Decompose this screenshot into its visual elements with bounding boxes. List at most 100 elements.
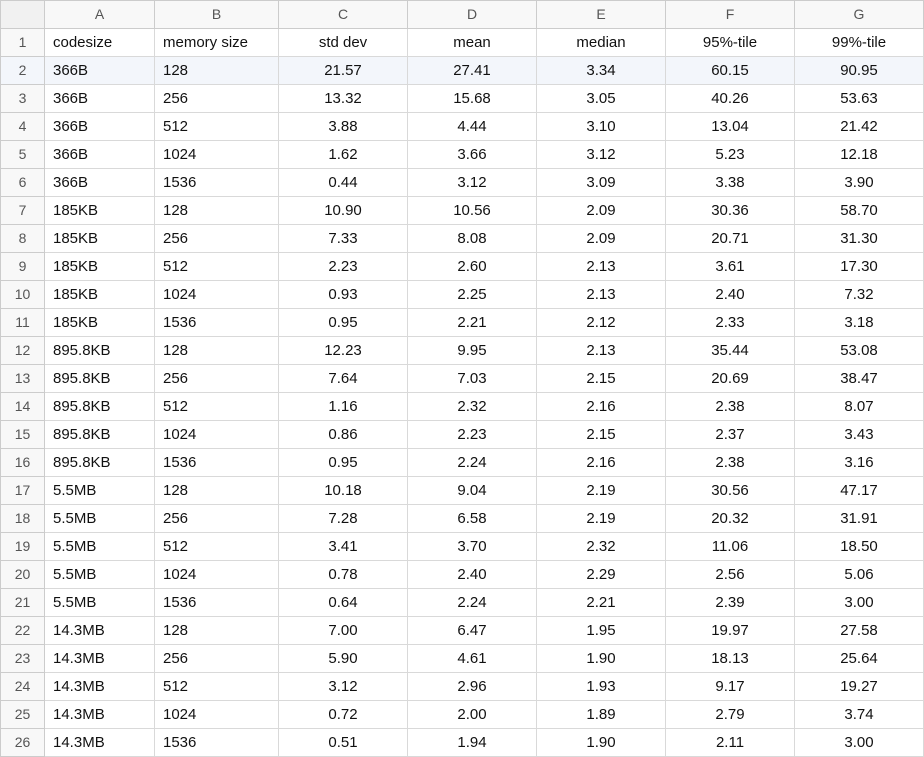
cell-G20[interactable]: 5.06	[795, 561, 924, 589]
cell-F4[interactable]: 13.04	[666, 113, 795, 141]
cell-B7[interactable]: 128	[155, 197, 279, 225]
cell-F20[interactable]: 2.56	[666, 561, 795, 589]
cell-B6[interactable]: 1536	[155, 169, 279, 197]
cell-D26[interactable]: 1.94	[408, 729, 537, 757]
cell-F5[interactable]: 5.23	[666, 141, 795, 169]
cell-E17[interactable]: 2.19	[537, 477, 666, 505]
cell-D20[interactable]: 2.40	[408, 561, 537, 589]
cell-C10[interactable]: 0.93	[279, 281, 408, 309]
cell-C25[interactable]: 0.72	[279, 701, 408, 729]
cell-C11[interactable]: 0.95	[279, 309, 408, 337]
row-header-15[interactable]: 15	[1, 421, 45, 449]
cell-C2[interactable]: 21.57	[279, 57, 408, 85]
cell-C22[interactable]: 7.00	[279, 617, 408, 645]
col-header-G[interactable]: G	[795, 1, 924, 29]
cell-B5[interactable]: 1024	[155, 141, 279, 169]
cell-E15[interactable]: 2.15	[537, 421, 666, 449]
cell-G15[interactable]: 3.43	[795, 421, 924, 449]
cell-A6[interactable]: 366B	[45, 169, 155, 197]
cell-D2[interactable]: 27.41	[408, 57, 537, 85]
row-header-26[interactable]: 26	[1, 729, 45, 757]
cell-A3[interactable]: 366B	[45, 85, 155, 113]
cell-F23[interactable]: 18.13	[666, 645, 795, 673]
cell-D12[interactable]: 9.95	[408, 337, 537, 365]
cell-G13[interactable]: 38.47	[795, 365, 924, 393]
cell-B2[interactable]: 128	[155, 57, 279, 85]
cell-A2[interactable]: 366B	[45, 57, 155, 85]
cell-G8[interactable]: 31.30	[795, 225, 924, 253]
cell-C23[interactable]: 5.90	[279, 645, 408, 673]
cell-F24[interactable]: 9.17	[666, 673, 795, 701]
cell-B23[interactable]: 256	[155, 645, 279, 673]
cell-F13[interactable]: 20.69	[666, 365, 795, 393]
cell-G25[interactable]: 3.74	[795, 701, 924, 729]
cell-E9[interactable]: 2.13	[537, 253, 666, 281]
row-header-20[interactable]: 20	[1, 561, 45, 589]
row-header-16[interactable]: 16	[1, 449, 45, 477]
cell-G7[interactable]: 58.70	[795, 197, 924, 225]
cell-D18[interactable]: 6.58	[408, 505, 537, 533]
cell-G21[interactable]: 3.00	[795, 589, 924, 617]
cell-B25[interactable]: 1024	[155, 701, 279, 729]
cell-D21[interactable]: 2.24	[408, 589, 537, 617]
cell-F16[interactable]: 2.38	[666, 449, 795, 477]
cell-B13[interactable]: 256	[155, 365, 279, 393]
cell-D16[interactable]: 2.24	[408, 449, 537, 477]
cell-B17[interactable]: 128	[155, 477, 279, 505]
row-header-10[interactable]: 10	[1, 281, 45, 309]
cell-F6[interactable]: 3.38	[666, 169, 795, 197]
cell-E25[interactable]: 1.89	[537, 701, 666, 729]
cell-E23[interactable]: 1.90	[537, 645, 666, 673]
cell-F3[interactable]: 40.26	[666, 85, 795, 113]
cell-G14[interactable]: 8.07	[795, 393, 924, 421]
cell-F10[interactable]: 2.40	[666, 281, 795, 309]
cell-F7[interactable]: 30.36	[666, 197, 795, 225]
row-header-17[interactable]: 17	[1, 477, 45, 505]
cell-B20[interactable]: 1024	[155, 561, 279, 589]
col-header-B[interactable]: B	[155, 1, 279, 29]
cell-A10[interactable]: 185KB	[45, 281, 155, 309]
cell-E2[interactable]: 3.34	[537, 57, 666, 85]
cell-F9[interactable]: 3.61	[666, 253, 795, 281]
select-all-corner[interactable]	[1, 1, 45, 29]
cell-C21[interactable]: 0.64	[279, 589, 408, 617]
cell-E1[interactable]: median	[537, 29, 666, 57]
cell-E11[interactable]: 2.12	[537, 309, 666, 337]
cell-E8[interactable]: 2.09	[537, 225, 666, 253]
cell-C1[interactable]: std dev	[279, 29, 408, 57]
cell-A4[interactable]: 366B	[45, 113, 155, 141]
cell-D24[interactable]: 2.96	[408, 673, 537, 701]
cell-B19[interactable]: 512	[155, 533, 279, 561]
cell-G23[interactable]: 25.64	[795, 645, 924, 673]
row-header-4[interactable]: 4	[1, 113, 45, 141]
cell-B22[interactable]: 128	[155, 617, 279, 645]
cell-A16[interactable]: 895.8KB	[45, 449, 155, 477]
cell-E12[interactable]: 2.13	[537, 337, 666, 365]
row-header-14[interactable]: 14	[1, 393, 45, 421]
cell-B21[interactable]: 1536	[155, 589, 279, 617]
row-header-18[interactable]: 18	[1, 505, 45, 533]
cell-A25[interactable]: 14.3MB	[45, 701, 155, 729]
cell-G1[interactable]: 99%-tile	[795, 29, 924, 57]
cell-D11[interactable]: 2.21	[408, 309, 537, 337]
row-header-25[interactable]: 25	[1, 701, 45, 729]
cell-A8[interactable]: 185KB	[45, 225, 155, 253]
cell-B9[interactable]: 512	[155, 253, 279, 281]
cell-A7[interactable]: 185KB	[45, 197, 155, 225]
cell-C8[interactable]: 7.33	[279, 225, 408, 253]
cell-A5[interactable]: 366B	[45, 141, 155, 169]
cell-F18[interactable]: 20.32	[666, 505, 795, 533]
cell-A17[interactable]: 5.5MB	[45, 477, 155, 505]
cell-C24[interactable]: 3.12	[279, 673, 408, 701]
cell-B14[interactable]: 512	[155, 393, 279, 421]
row-header-1[interactable]: 1	[1, 29, 45, 57]
cell-A20[interactable]: 5.5MB	[45, 561, 155, 589]
cell-F25[interactable]: 2.79	[666, 701, 795, 729]
cell-C3[interactable]: 13.32	[279, 85, 408, 113]
cell-D3[interactable]: 15.68	[408, 85, 537, 113]
cell-G4[interactable]: 21.42	[795, 113, 924, 141]
row-header-6[interactable]: 6	[1, 169, 45, 197]
row-header-23[interactable]: 23	[1, 645, 45, 673]
row-header-2[interactable]: 2	[1, 57, 45, 85]
cell-C16[interactable]: 0.95	[279, 449, 408, 477]
